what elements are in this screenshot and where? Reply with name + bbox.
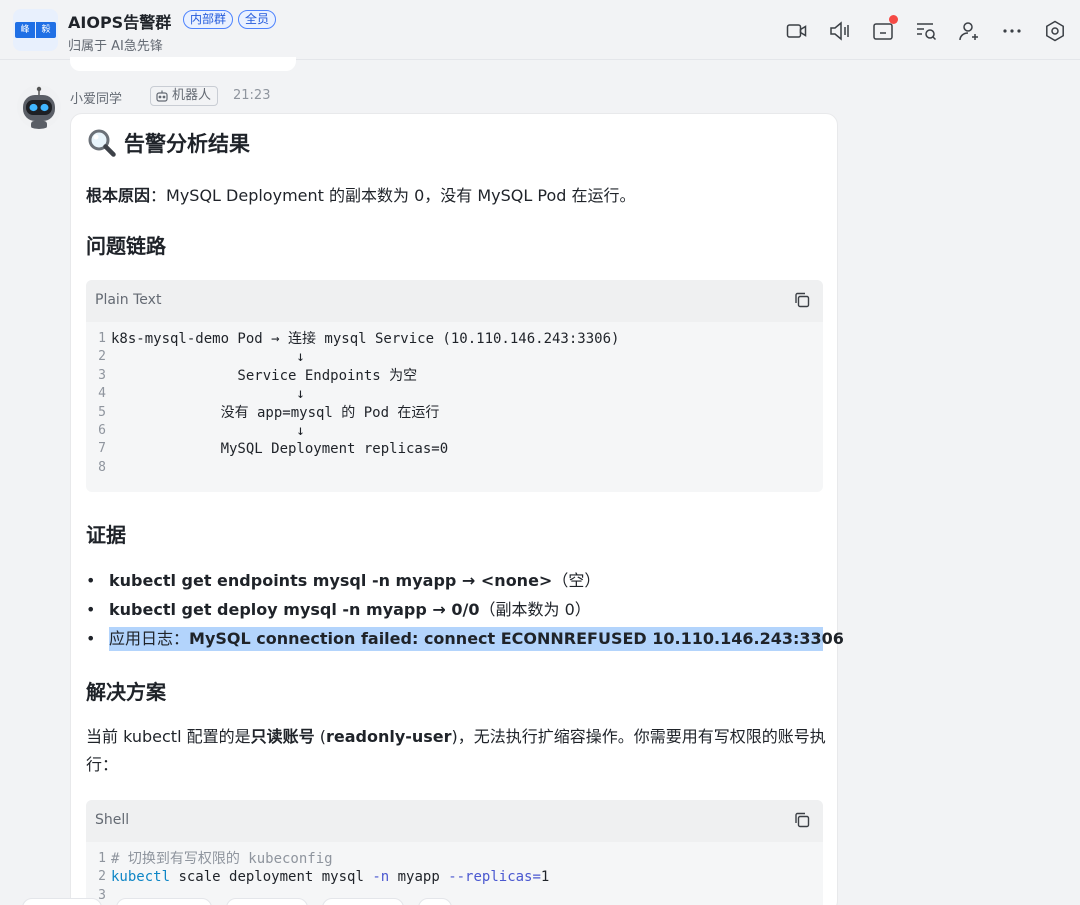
message-title-row: 告警分析结果: [86, 127, 250, 159]
add-member-icon[interactable]: [957, 19, 981, 43]
avatar-char-1: 峰: [15, 22, 35, 38]
notification-dot: [889, 15, 898, 24]
robot-icon: [156, 90, 168, 102]
code-lang-label: Plain Text: [95, 292, 162, 308]
bot-tag: 机器人: [150, 86, 219, 106]
code-block-header: Shell: [86, 800, 823, 842]
solution-paragraph: 当前 kubectl 配置的是只读账号 (readonly-user)，无法执行…: [86, 727, 826, 774]
chat-header: 峰 毅 AIOPS告警群 内部群 全员 归属于 AI急先锋: [0, 0, 1080, 60]
code-line: 3 Service Endpoints 为空: [98, 367, 418, 384]
quick-action-chip[interactable]: [226, 898, 308, 905]
quick-action-chip[interactable]: [418, 898, 452, 905]
code-line: 5 没有 app=mysql 的 Pod 在运行: [98, 404, 440, 421]
group-title[interactable]: AIOPS告警群: [68, 9, 171, 33]
group-avatar[interactable]: 峰 毅: [13, 9, 58, 51]
code-body: 1 k8s-mysql-demo Pod → 连接 mysql Service (…: [86, 322, 823, 477]
message-title: 告警分析结果: [124, 132, 250, 156]
shell-code-block[interactable]: Shell 1 # 切换到有写权限的 kubeconfig 2 kubectl sc…: [86, 800, 823, 905]
section-evidence-heading: 证据: [86, 523, 126, 547]
announcement-icon[interactable]: [828, 19, 852, 43]
quick-action-chip[interactable]: [322, 898, 404, 905]
code-line: 2 ↓: [98, 349, 305, 366]
code-line: 8: [98, 459, 106, 475]
code-line: 4 ↓: [98, 386, 305, 403]
code-line: 6 ↓: [98, 422, 305, 439]
code-body: 1 # 切换到有写权限的 kubeconfig 2 kubectl scale de…: [86, 842, 823, 905]
quick-action-chip[interactable]: [22, 898, 102, 905]
section-solution-heading: 解决方案: [86, 680, 166, 704]
bot-tag-label: 机器人: [172, 88, 212, 103]
code-line: 1 k8s-mysql-demo Pod → 连接 mysql Service (…: [98, 331, 620, 347]
sender-name[interactable]: 小爱同学: [70, 88, 122, 107]
message-card: [70, 113, 838, 905]
bot-avatar[interactable]: [17, 85, 61, 129]
avatar-char-2: 毅: [36, 22, 56, 38]
code-lang-label: Shell: [95, 812, 130, 828]
code-line: 2 kubectl scale deployment mysql -n myapp…: [98, 869, 550, 886]
root-cause-line: 根本原因：MySQL Deployment 的副本数为 0，没有 MySQL P…: [86, 182, 635, 206]
search-chat-icon[interactable]: [914, 19, 938, 43]
selected-text-highlight[interactable]: 应用日志：MySQL connection failed: connect EC…: [109, 627, 844, 651]
quick-action-chip[interactable]: [116, 898, 212, 905]
code-line: 1 # 切换到有写权限的 kubeconfig: [98, 851, 333, 867]
section-chain-heading: 问题链路: [86, 234, 166, 258]
badge-internal: 内部群: [183, 10, 234, 29]
more-icon[interactable]: [1000, 19, 1024, 43]
copy-icon[interactable]: [793, 291, 811, 309]
code-block-header: Plain Text: [86, 280, 823, 322]
settings-icon[interactable]: [1043, 19, 1067, 43]
message-time: 21:23: [233, 88, 271, 103]
magnifier-icon: [88, 129, 116, 157]
root-cause-text: ：MySQL Deployment 的副本数为 0，没有 MySQL Pod 在…: [150, 186, 636, 205]
chain-code-block[interactable]: Plain Text 1 k8s-mysql-demo Pod → 连接 mysq…: [86, 280, 823, 492]
badge-all-members: 全员: [238, 10, 277, 29]
video-call-icon[interactable]: [785, 19, 809, 43]
copy-icon[interactable]: [793, 811, 811, 829]
root-cause-label: 根本原因: [86, 186, 151, 205]
code-line: 7 MySQL Deployment replicas=0: [98, 441, 449, 458]
previous-message-bubble: [70, 57, 296, 71]
group-subtitle[interactable]: 归属于 AI急先锋: [68, 35, 163, 54]
